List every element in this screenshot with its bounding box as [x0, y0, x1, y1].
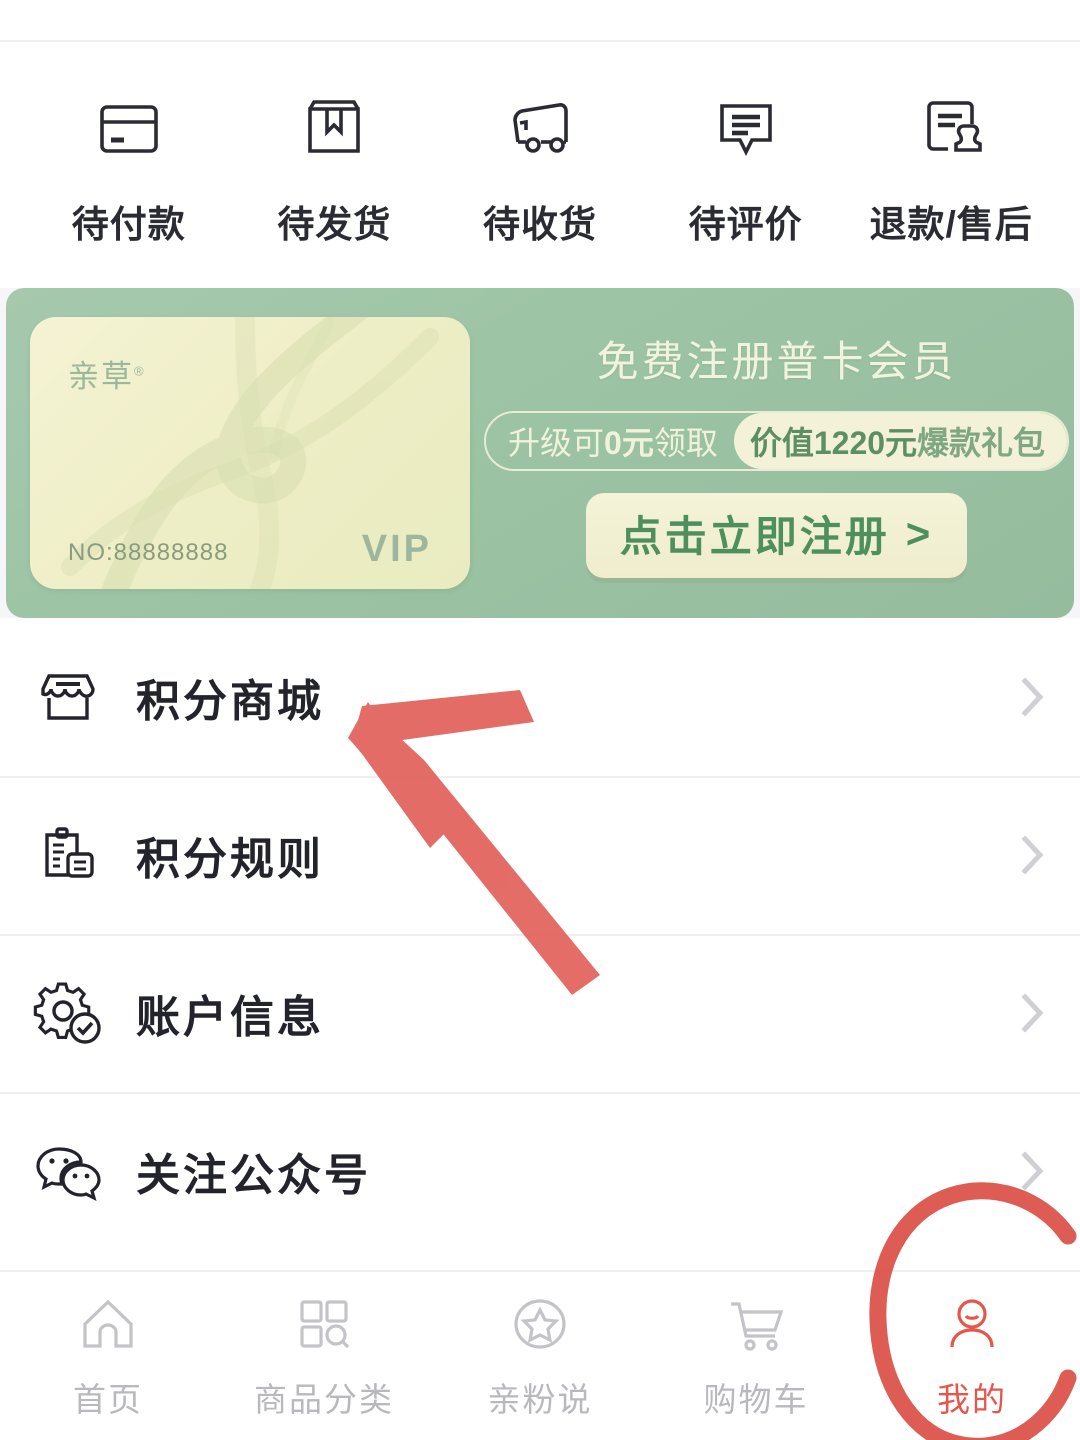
status-bar-area: [0, 0, 1080, 42]
chevron-right-icon: [1016, 674, 1050, 720]
nav-item-home[interactable]: 首页: [0, 1291, 216, 1421]
comment-lines-icon: [707, 90, 785, 168]
promo-pill: 升级可 0元 领取 价值1220元 爆款礼包: [484, 411, 1070, 471]
promo-value: 价值1220元: [749, 425, 918, 461]
gear-check-icon: [30, 975, 106, 1051]
nav-item-fan-talk[interactable]: 亲粉说: [432, 1291, 648, 1421]
banner-title: 免费注册普卡会员: [596, 338, 957, 385]
order-status-label: 待发货: [277, 204, 392, 245]
nav-item-profile[interactable]: 我的: [864, 1291, 1080, 1421]
star-circle-icon: [507, 1291, 573, 1357]
promo-gift-label: 爆款礼包: [917, 425, 1046, 461]
menu-item-label: 关注公众号: [136, 1151, 371, 1200]
menu-item-points-mall[interactable]: 积分商城: [0, 618, 1080, 776]
user-person-icon: [939, 1291, 1005, 1357]
top-divider: [0, 40, 1080, 42]
register-button-label: 点击立即注册: [619, 513, 890, 560]
chevron-right-icon: [1016, 990, 1050, 1036]
promo-amount: 0元: [604, 425, 654, 461]
menu-item-label: 积分规则: [136, 835, 324, 884]
order-status-label: 待评价: [688, 204, 803, 245]
wechat-icon: [30, 1133, 106, 1209]
order-status-refund-aftersales[interactable]: 退款/售后: [848, 90, 1054, 248]
promo-prefix: 升级可: [508, 425, 605, 461]
bottom-navigation-bar: 首页 商品分类 亲粉说 购物车 我的: [0, 1270, 1080, 1440]
order-status-pending-shipment[interactable]: 待发货: [232, 90, 438, 248]
nav-item-label: 购物车: [703, 1381, 809, 1418]
nav-item-categories[interactable]: 商品分类: [216, 1291, 432, 1421]
home-icon: [75, 1291, 141, 1357]
promo-pill-left: 升级可 0元 领取: [486, 413, 734, 469]
vip-banner-section: 亲草® NO:88888888 VIP 免费注册普卡会员 升级可 0元 领取 价值1…: [0, 288, 1080, 618]
nav-item-label: 亲粉说: [487, 1381, 593, 1418]
order-status-pending-payment[interactable]: 待付款: [26, 90, 232, 248]
document-stamp-icon: [912, 90, 990, 168]
nav-item-label: 首页: [73, 1381, 143, 1418]
menu-item-label: 账户信息: [136, 993, 324, 1042]
menu-item-account-info[interactable]: 账户信息: [0, 934, 1080, 1092]
order-status-label: 退款/售后: [869, 204, 1033, 245]
account-menu-list: 积分商城 积分规则 账户信息 关注公众号: [0, 618, 1080, 1250]
shopping-cart-icon: [723, 1291, 789, 1357]
order-status-row: 待付款 待发货 待收货 待评价 退款/售后: [0, 42, 1080, 288]
storefront-icon: [30, 659, 106, 735]
chevron-right-icon: [1016, 1148, 1050, 1194]
register-now-button[interactable]: 点击立即注册 >: [585, 493, 968, 578]
order-status-label: 待收货: [482, 204, 597, 245]
nav-item-cart[interactable]: 购物车: [648, 1291, 864, 1421]
chevron-right-icon: [1016, 832, 1050, 878]
order-status-pending-review[interactable]: 待评价: [643, 90, 849, 248]
menu-item-label: 积分商城: [136, 677, 324, 726]
clipboard-rules-icon: [30, 817, 106, 893]
card-tier-label: VIP: [361, 528, 432, 570]
order-status-label: 待付款: [71, 204, 186, 245]
vip-banner[interactable]: 亲草® NO:88888888 VIP 免费注册普卡会员 升级可 0元 领取 价值1…: [6, 288, 1074, 618]
menu-item-follow-official-account[interactable]: 关注公众号: [0, 1092, 1080, 1250]
order-status-pending-receipt[interactable]: 待收货: [437, 90, 643, 248]
package-box-icon: [295, 90, 373, 168]
vip-membership-card: 亲草® NO:88888888 VIP: [30, 317, 470, 589]
promo-pill-right: 价值1220元 爆款礼包: [733, 413, 1068, 469]
nav-item-label: 商品分类: [254, 1381, 394, 1418]
credit-card-icon: [90, 90, 168, 168]
card-brand-name: 亲草®: [68, 359, 146, 394]
promo-suffix: 领取: [653, 425, 718, 461]
banner-content: 免费注册普卡会员 升级可 0元 领取 价值1220元 爆款礼包 点击立即注册 >: [470, 328, 1070, 578]
menu-item-points-rules[interactable]: 积分规则: [0, 776, 1080, 934]
delivery-truck-icon: [501, 90, 579, 168]
chevron-right-icon: >: [905, 509, 934, 557]
card-number: NO:88888888: [68, 539, 229, 566]
grid-search-icon: [291, 1291, 357, 1357]
nav-item-label: 我的: [937, 1381, 1007, 1418]
